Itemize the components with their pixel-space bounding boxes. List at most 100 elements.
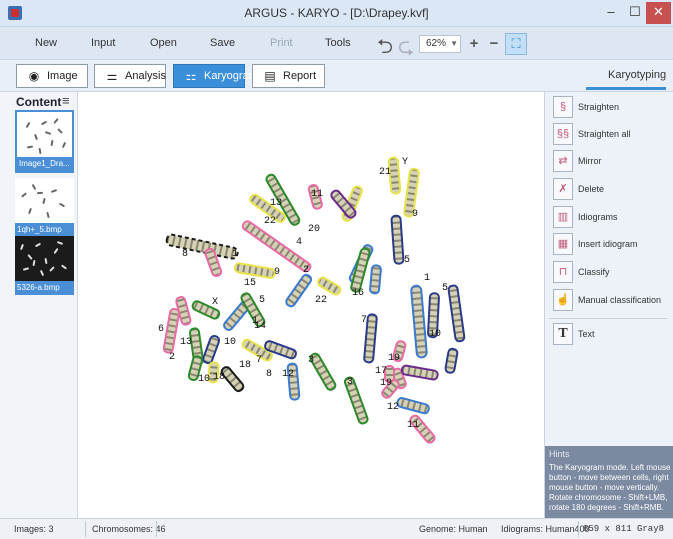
- menu-open[interactable]: Open: [150, 37, 177, 49]
- zoom-out-button[interactable]: −: [484, 35, 504, 53]
- chromosome-label: 5: [442, 283, 448, 294]
- classify-icon: ⊓: [553, 261, 573, 283]
- tab-karyogram[interactable]: ⚏ Karyogram: [173, 64, 258, 88]
- chromosome-label: 19: [388, 353, 400, 364]
- maximize-button[interactable]: ☐: [622, 2, 648, 24]
- thumbnail-preview: [15, 178, 74, 223]
- menu-input[interactable]: Input: [91, 37, 115, 49]
- chromosome-label: 6: [158, 324, 164, 335]
- chromosome: [390, 214, 405, 265]
- thumbnail-label: Image1_Dra...: [19, 159, 70, 168]
- straighten-all-icon: §§: [553, 123, 573, 145]
- title-bar: ARGUS - KARYO - [D:\Drapey.kvf] – ☐ ✕: [0, 0, 673, 27]
- content-panel: Content ≡ Image1_Dra... 1qh+_5.bmp 5326-…: [0, 92, 78, 518]
- tool-label: Insert idiogram: [578, 239, 638, 249]
- chromosome-label: 14: [254, 321, 266, 332]
- tool-label: Straighten all: [578, 129, 631, 139]
- metaphase-canvas[interactable]: Y 21 9 5 11 20 13 22 4 2 22 16 1 8 9 15 …: [79, 92, 544, 518]
- idiograms-button[interactable]: ▥ Idiograms: [551, 206, 671, 230]
- chromosome-label: 2: [303, 265, 309, 276]
- chromosome: [444, 347, 459, 374]
- chromosome-label: 3: [308, 355, 314, 366]
- chromosome: [447, 284, 466, 343]
- hints-panel: Hints The Karyogram mode. Left mouse but…: [545, 446, 673, 518]
- chromosome-label: 22: [315, 295, 327, 306]
- chromosome-label: 13: [270, 198, 282, 209]
- tool-label: Manual classification: [578, 295, 662, 305]
- classify-button[interactable]: ⊓ Classify: [551, 261, 671, 285]
- chromosome-label: 10: [224, 337, 236, 348]
- chromosome-label: 15: [244, 278, 256, 289]
- hints-title: Hints: [549, 449, 570, 459]
- chromosome-label: 5: [404, 255, 410, 266]
- report-icon: ▤: [264, 69, 276, 83]
- chromosome-label: 17: [375, 366, 387, 377]
- chromosome-label: 11: [311, 189, 323, 200]
- straighten-all-button[interactable]: §§ Straighten all: [551, 123, 671, 147]
- close-button[interactable]: ✕: [646, 2, 671, 24]
- straighten-button[interactable]: § Straighten: [551, 96, 671, 120]
- analysis-icon: ⚌: [106, 69, 118, 83]
- delete-button[interactable]: ✗ Delete: [551, 178, 671, 202]
- thumbnail-preview: [15, 236, 74, 281]
- tool-label: Classify: [578, 267, 610, 277]
- zoom-value: 62%: [426, 38, 447, 49]
- chromosome-label: 12: [387, 402, 399, 413]
- manual-classification-icon: ☝: [553, 289, 573, 311]
- thumbnail-1qh[interactable]: 1qh+_5.bmp: [15, 178, 74, 241]
- chromosome: [317, 276, 342, 296]
- thumbnail-image1[interactable]: Image1_Dra...: [15, 110, 74, 173]
- thumbnail-label: 1qh+_5.bmp: [15, 223, 74, 237]
- insert-idiogram-button[interactable]: ▦ Insert idiogram: [551, 233, 671, 257]
- chromosome-spread[interactable]: Y 21 9 5 11 20 13 22 4 2 22 16 1 8 9 15 …: [79, 92, 544, 518]
- chromosome-label: 10: [429, 329, 441, 340]
- status-divider: [85, 521, 86, 537]
- chromosome-label: 2: [169, 352, 175, 363]
- manual-classification-button[interactable]: ☝ Manual classification: [551, 289, 671, 313]
- status-idiograms: Idiograms: Human400: [501, 524, 590, 534]
- zoom-in-button[interactable]: +: [464, 35, 484, 53]
- chromosome: [285, 273, 313, 308]
- text-tool-button[interactable]: T Text: [551, 323, 671, 347]
- zoom-select[interactable]: 62% ▼: [419, 35, 461, 53]
- chromosome: [400, 364, 439, 381]
- chromosome-label: 12: [282, 369, 294, 380]
- tool-label: Delete: [578, 184, 605, 194]
- menu-tools[interactable]: Tools: [325, 37, 351, 49]
- menu-save[interactable]: Save: [210, 37, 235, 49]
- chromosome-label: 5: [259, 295, 265, 306]
- chromosome-label: 1: [232, 249, 238, 260]
- minimize-button[interactable]: –: [598, 2, 624, 24]
- chromosome-label: Y: [402, 157, 408, 168]
- chromosome-label: 3: [347, 377, 353, 388]
- tool-label: Mirror: [578, 156, 602, 166]
- menu-print[interactable]: Print: [270, 37, 293, 49]
- fit-to-window-button[interactable]: ⛶: [505, 33, 527, 55]
- menu-new[interactable]: New: [35, 37, 57, 49]
- status-images: Images: 3: [14, 524, 54, 534]
- chromosome: [369, 264, 382, 295]
- chromosome-label: 8: [182, 249, 188, 260]
- thumbnail-5326[interactable]: 5326-a.bmp: [15, 236, 74, 299]
- tab-analysis[interactable]: ⚌ Analysis: [94, 64, 166, 88]
- delete-icon: ✗: [553, 178, 573, 200]
- chromosome-label: 18: [213, 372, 225, 383]
- mirror-button[interactable]: ⇄ Mirror: [551, 150, 671, 174]
- status-divider: [578, 521, 579, 537]
- tab-image[interactable]: ◉ Image: [16, 64, 88, 88]
- chromosome-label: 19: [380, 378, 392, 389]
- tab-report[interactable]: ▤ Report: [252, 64, 325, 88]
- status-bar: Images: 3 Chromosomes: 46 Genome: Human …: [0, 518, 673, 539]
- chromosome-label: 16: [352, 288, 364, 299]
- chevron-down-icon: ▼: [450, 39, 458, 48]
- chromosome-label: 7: [361, 315, 367, 326]
- mode-underline: [586, 87, 666, 90]
- chromosome-label: 21: [379, 167, 391, 178]
- tool-label: Text: [578, 329, 595, 339]
- tab-karyogram-label: Karyogram: [204, 70, 258, 82]
- chromosome-label: X: [212, 297, 218, 308]
- menu-icon[interactable]: ≡: [62, 93, 70, 108]
- tab-image-label: Image: [47, 70, 78, 82]
- chromosome-label: 10: [198, 374, 210, 385]
- menu-bar: New Input Open Save Print Tools ⮌ ⮎ 62% …: [0, 27, 673, 60]
